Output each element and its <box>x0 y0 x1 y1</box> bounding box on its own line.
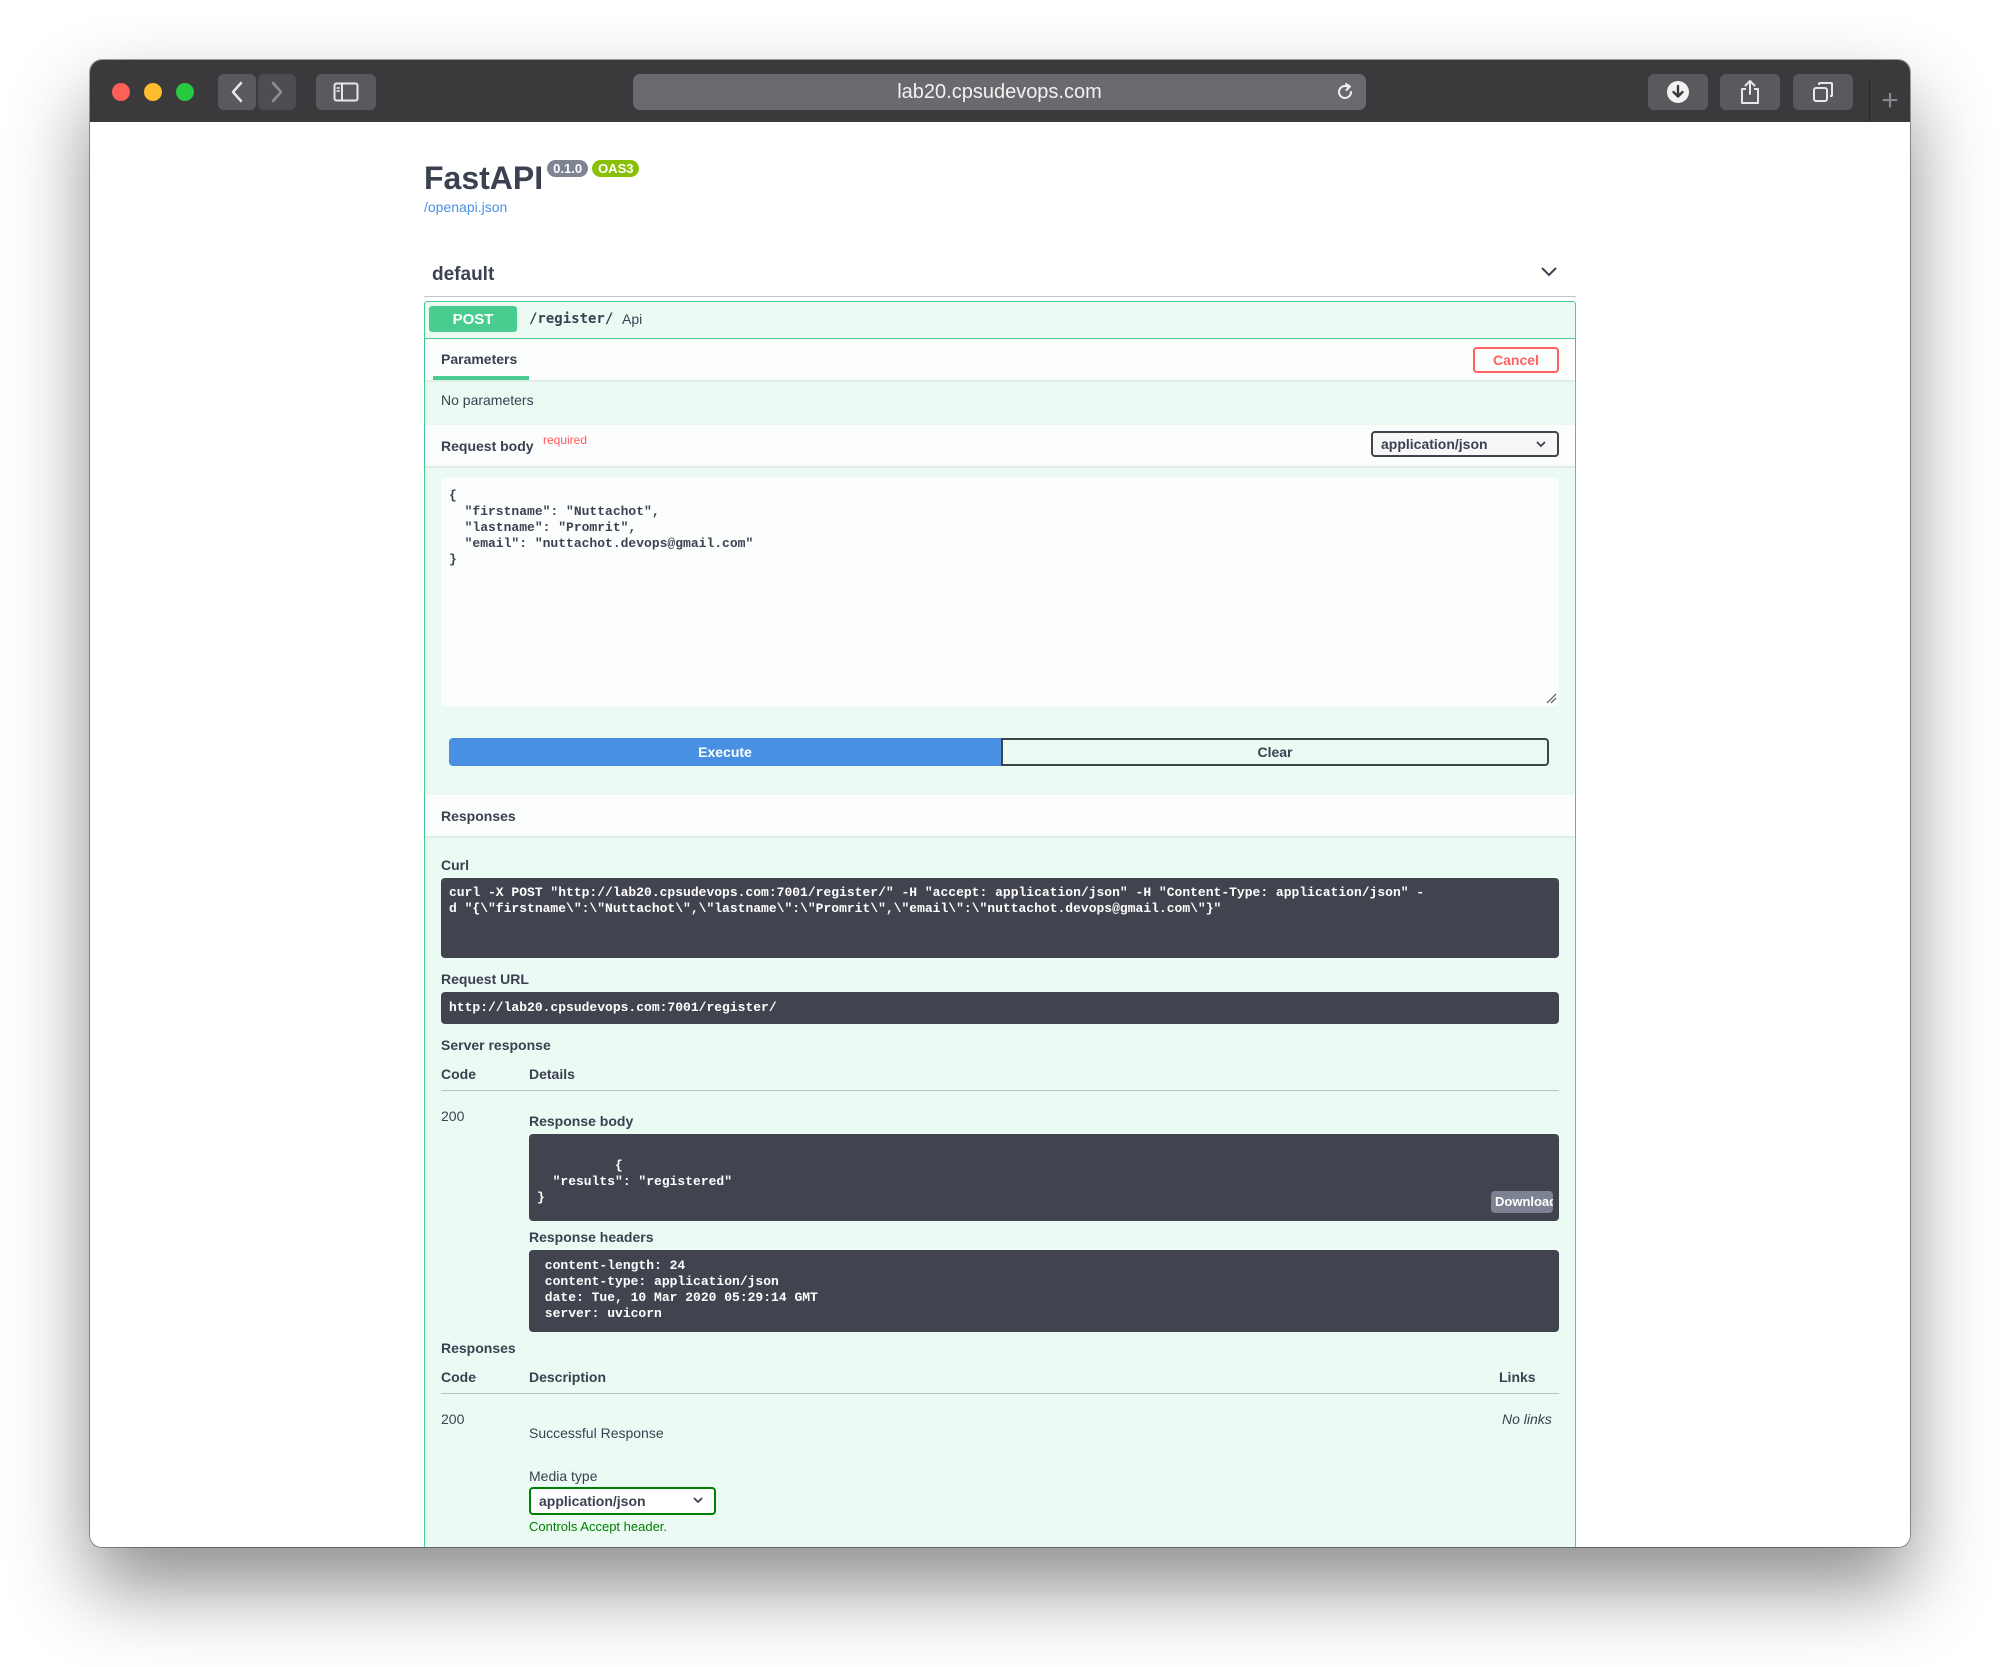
method-badge: POST <box>429 306 517 332</box>
no-links-text: No links <box>1502 1411 1552 1427</box>
download-circle-icon <box>1667 81 1689 103</box>
share-icon <box>1741 80 1759 104</box>
response-body-text: { "results": "registered" } <box>537 1158 733 1205</box>
sidebar-icon <box>333 82 359 102</box>
media-type-select[interactable]: application/json <box>529 1487 716 1515</box>
chevron-down-icon <box>693 1497 703 1504</box>
doc-links-column-header: Links <box>1499 1369 1536 1385</box>
share-button[interactable] <box>1720 74 1780 110</box>
browser-window: lab20.cpsudevops.com + FastAPI 0.1.0 OAS… <box>90 60 1910 1547</box>
tabs-icon <box>1813 82 1833 102</box>
responses-title: Responses <box>441 808 516 824</box>
content-type-value: application/json <box>1381 436 1488 452</box>
doc-response-code: 200 <box>441 1411 465 1427</box>
close-window-button[interactable] <box>112 83 130 101</box>
server-response-label: Server response <box>441 1037 551 1053</box>
address-bar[interactable]: lab20.cpsudevops.com <box>633 74 1366 110</box>
parameters-header: Parameters Cancel <box>425 339 1575 380</box>
openapi-json-link[interactable]: /openapi.json <box>424 199 507 215</box>
chevron-left-icon <box>231 81 243 103</box>
request-body-header: Request body required application/json <box>425 425 1575 466</box>
documented-responses-title: Responses <box>441 1340 516 1356</box>
curl-command-block[interactable]: curl -X POST "http://lab20.cpsudevops.co… <box>441 878 1559 958</box>
minimize-window-button[interactable] <box>144 83 162 101</box>
doc-code-column-header: Code <box>441 1369 476 1385</box>
new-tab-button[interactable]: + <box>1869 80 1910 122</box>
no-parameters-text: No parameters <box>441 392 534 408</box>
chevron-down-icon <box>1536 441 1546 448</box>
execute-button-group: Execute Clear <box>449 738 1549 766</box>
cancel-button[interactable]: Cancel <box>1473 347 1559 373</box>
responses-header: Responses <box>425 795 1575 836</box>
operation-summary[interactable]: POST /register/ Api <box>425 302 1575 339</box>
api-info-title: FastAPI 0.1.0 OAS3 <box>424 160 640 197</box>
code-column-header: Code <box>441 1066 476 1082</box>
zoom-window-button[interactable] <box>176 83 194 101</box>
downloads-button[interactable] <box>1648 74 1708 110</box>
chevron-down-icon[interactable] <box>1540 264 1558 278</box>
doc-table-divider <box>441 1393 1559 1394</box>
details-column-header: Details <box>529 1066 575 1082</box>
response-headers-block[interactable]: content-length: 24 content-type: applica… <box>529 1250 1559 1332</box>
resize-handle-icon[interactable] <box>1545 692 1557 704</box>
reload-icon[interactable] <box>1334 81 1356 103</box>
tab-parameters[interactable]: Parameters <box>441 351 517 367</box>
chevron-right-icon <box>271 81 283 103</box>
tag-section-default[interactable]: default <box>424 250 1576 297</box>
doc-response-description: Successful Response <box>529 1425 664 1441</box>
response-body-label: Response body <box>529 1113 634 1129</box>
content-type-select[interactable]: application/json <box>1371 431 1559 457</box>
table-divider <box>441 1090 1559 1091</box>
download-button[interactable]: Download <box>1491 1191 1553 1213</box>
sidebar-toggle-button[interactable] <box>316 74 376 110</box>
operation-post-register: POST /register/ Api Parameters Cancel No… <box>424 301 1576 1547</box>
clear-button[interactable]: Clear <box>1001 738 1549 766</box>
required-marker: required <box>543 433 588 447</box>
browser-toolbar: lab20.cpsudevops.com + <box>90 60 1910 123</box>
request-url-block[interactable]: http://lab20.cpsudevops.com:7001/registe… <box>441 992 1559 1024</box>
swagger-page: FastAPI 0.1.0 OAS3 /openapi.json default… <box>90 122 1910 1547</box>
media-type-label: Media type <box>529 1468 598 1484</box>
oas-badge: OAS3 <box>592 160 640 177</box>
response-body-block[interactable]: { "results": "registered" } Download <box>529 1134 1559 1221</box>
address-text: lab20.cpsudevops.com <box>897 80 1102 103</box>
operation-description: Api <box>622 311 643 327</box>
api-title: FastAPI <box>424 160 544 196</box>
response-headers-label: Response headers <box>529 1229 654 1245</box>
tag-name: default <box>432 264 495 285</box>
doc-description-column-header: Description <box>529 1369 607 1385</box>
back-button[interactable] <box>218 74 256 110</box>
operation-path: /register/ <box>529 311 614 327</box>
active-tab-indicator <box>433 376 529 380</box>
forward-button[interactable] <box>258 74 296 110</box>
response-code: 200 <box>441 1108 465 1124</box>
request-url-label: Request URL <box>441 971 529 987</box>
request-body-label: Request body <box>441 438 534 454</box>
media-type-value: application/json <box>539 1493 646 1509</box>
tab-overview-button[interactable] <box>1793 74 1853 110</box>
controls-accept-note: Controls Accept header. <box>529 1519 668 1534</box>
execute-button[interactable]: Execute <box>449 738 1001 766</box>
version-badge: 0.1.0 <box>547 160 589 177</box>
request-body-editor[interactable]: { "firstname": "Nuttachot", "lastname": … <box>441 478 1559 706</box>
curl-label: Curl <box>441 857 469 873</box>
